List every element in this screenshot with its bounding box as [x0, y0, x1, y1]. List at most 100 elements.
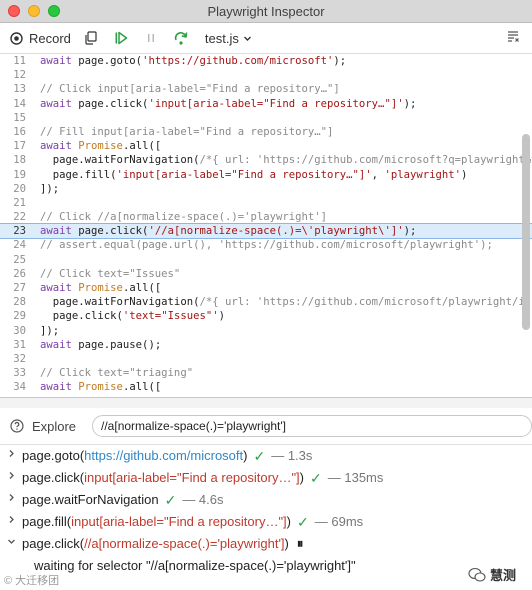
code-line[interactable]: 29 page.click('text="Issues"')	[0, 309, 532, 323]
code-token: Promise	[78, 282, 123, 294]
record-button[interactable]: Record	[10, 31, 71, 46]
log-entry[interactable]: page.goto(https://github.com/microsoft) ✓…	[0, 445, 532, 467]
code-token: page.pause();	[78, 338, 162, 351]
code-line[interactable]: 25	[0, 253, 532, 267]
code-token: ,	[371, 168, 385, 181]
code-token: .all([	[122, 282, 162, 294]
code-line[interactable]: 22 // Click //a[normalize-space(.)='playw…	[0, 210, 532, 224]
code-line[interactable]: 12	[0, 68, 532, 82]
code-line[interactable]: 14 await page.click('input[aria-label="Fi…	[0, 97, 532, 111]
line-number: 24	[13, 239, 26, 252]
log-entry[interactable]: page.waitForNavigation ✓ — 4.6s	[0, 489, 532, 511]
code-line[interactable]: 32	[0, 352, 532, 366]
code-line[interactable]: 16 // Fill input[aria-label="Find a repos…	[0, 125, 532, 139]
code-token: 'input[aria-label="Find a repository…"]'	[148, 97, 404, 110]
code-token: )	[460, 168, 468, 181]
watermark-text: 慧测	[489, 568, 516, 583]
code-line[interactable]: 34 await Promise.all([	[0, 380, 532, 394]
clear-button[interactable]	[506, 29, 520, 46]
pause-button[interactable]	[141, 28, 161, 48]
code-line[interactable]: 23 await page.click('//a[normalize-space(…	[0, 223, 532, 240]
code-token: // Click input[aria-label="Find a reposi…	[40, 83, 340, 96]
record-label: Record	[29, 30, 71, 46]
line-number: 20	[13, 182, 26, 195]
log-detail: waiting for selector "//a[normalize-spac…	[34, 558, 356, 573]
code-line[interactable]: 35 page.waitForNavigation(/*{ url: 'http…	[0, 395, 532, 398]
pause-icon	[147, 34, 154, 42]
chevron-right-icon	[0, 467, 22, 489]
code-line[interactable]: 20]);	[0, 182, 532, 196]
paused-icon: ⏸	[296, 536, 305, 551]
code-token: page.click(	[40, 310, 123, 323]
code-editor[interactable]: 11 await page.goto('https://github.com/mi…	[0, 54, 532, 397]
code-token: .all([	[122, 140, 162, 153]
code-line[interactable]: 28 page.waitForNavigation(/*{ url: 'http…	[0, 295, 532, 309]
code-line[interactable]: 30]);	[0, 324, 532, 338]
log-argument: input[aria-label="Find a repository…"]	[84, 470, 300, 485]
pane-splitter[interactable]	[0, 397, 532, 408]
explore-label: Explore	[31, 418, 77, 434]
log-close-paren: )	[299, 470, 305, 485]
log-entry[interactable]: page.click(input[aria-label="Find a repo…	[0, 467, 532, 489]
window-title: Playwright Inspector	[207, 4, 325, 19]
code-token: ]);	[40, 324, 60, 337]
code-line[interactable]: 13 // Click input[aria-label="Find a repo…	[0, 82, 532, 96]
code-token: // Fill input[aria-label="Find a reposit…	[40, 125, 334, 138]
log-close-paren: )	[284, 536, 289, 551]
code-token: /*{ url: 'https://github.com/microsoft?q…	[199, 154, 532, 167]
code-token: 'playwright'	[384, 168, 461, 181]
code-token: )	[218, 310, 225, 323]
log-argument: //a[normalize-space(.)='playwright']	[84, 536, 285, 551]
code-line[interactable]: 27 await Promise.all([	[0, 281, 532, 295]
code-line[interactable]: 18 page.waitForNavigation(/*{ url: 'http…	[0, 153, 532, 167]
code-line[interactable]: 24 // assert.equal(page.url(), 'https://g…	[0, 238, 532, 252]
resume-button[interactable]	[111, 28, 131, 48]
toolbar: Record test.js	[0, 23, 532, 54]
log-duration: — 4.6s	[182, 492, 224, 507]
code-token: await	[40, 140, 79, 153]
step-over-button[interactable]	[171, 28, 191, 48]
code-token: page.click(	[78, 97, 149, 110]
line-number: 35	[0, 395, 40, 398]
code-token: page.goto(	[78, 55, 143, 67]
chevron-right-icon	[0, 511, 22, 533]
code-token: await	[40, 338, 79, 351]
code-line[interactable]: 17 await Promise.all([	[0, 139, 532, 153]
code-token: 'https://github.com/microsoft'	[142, 55, 334, 67]
code-token: page.waitForNavigation(	[40, 396, 200, 398]
check-icon: ✓	[297, 514, 309, 530]
line-number: 14	[13, 97, 26, 110]
code-line[interactable]: 11 await page.goto('https://github.com/mi…	[0, 54, 532, 68]
code-line[interactable]: 15	[0, 111, 532, 125]
line-number: 18	[13, 154, 26, 167]
code-line[interactable]: 19 page.fill('input[aria-label="Find a r…	[0, 168, 532, 182]
code-line[interactable]: 33 // Click text="triaging"	[0, 366, 532, 380]
call-log: page.goto(https://github.com/microsoft) ✓…	[0, 445, 532, 577]
code-token: page.fill(	[40, 168, 117, 181]
explore-selector-input[interactable]	[92, 415, 532, 437]
check-icon: ✓	[310, 470, 322, 486]
editor-scrollbar[interactable]	[522, 134, 530, 330]
line-number: 19	[13, 168, 26, 181]
log-entry[interactable]: page.click(//a[normalize-space(.)='playw…	[0, 533, 532, 555]
log-close-paren: )	[286, 514, 292, 529]
copy-button[interactable]	[81, 28, 101, 48]
code-line[interactable]: 31 await page.pause();	[0, 338, 532, 352]
line-number: 13	[13, 83, 26, 96]
code-token: // assert.equal(page.url(), 'https://git…	[40, 239, 493, 252]
log-method: page.goto(	[22, 448, 85, 463]
check-icon: ✓	[164, 492, 177, 508]
chevron-down-icon	[243, 36, 251, 41]
log-method: page.click(	[22, 536, 85, 551]
log-entry[interactable]: page.fill(input[aria-label="Find a repos…	[0, 511, 532, 533]
log-close-paren: )	[243, 448, 248, 463]
code-line[interactable]: 26 // Click text="Issues"	[0, 267, 532, 281]
code-line[interactable]: 21	[0, 196, 532, 210]
chevron-right-icon	[0, 445, 22, 467]
line-number: 28	[13, 296, 26, 309]
file-selector[interactable]: test.js	[205, 31, 252, 46]
check-icon: ✓	[253, 448, 266, 464]
code-token: 'text="Issues"'	[122, 310, 219, 323]
code-token: await	[40, 97, 79, 110]
code-token: // Click //a[normalize-space(.)='playwri…	[40, 211, 328, 224]
